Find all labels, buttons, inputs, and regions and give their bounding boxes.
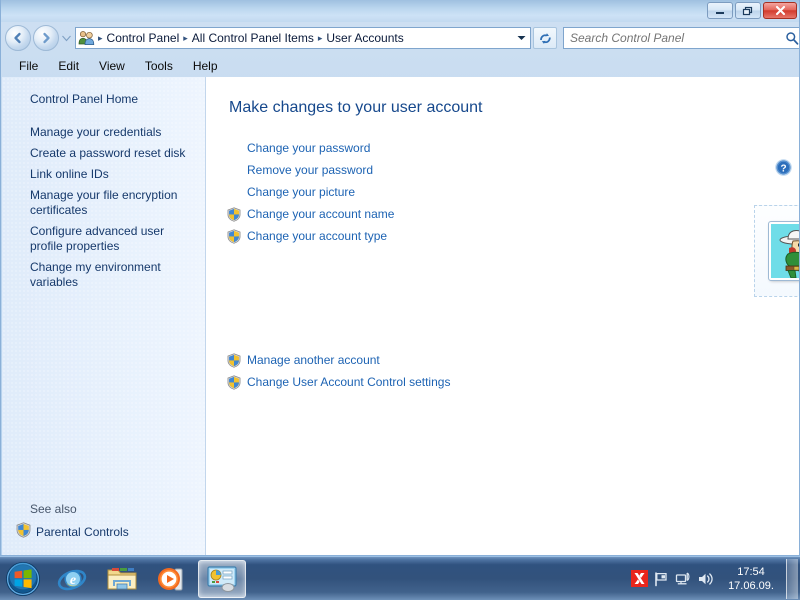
clock-time: 17:54 (737, 565, 765, 578)
task-label: Change your picture (247, 185, 356, 199)
task-manage-another-account[interactable]: Manage another account (226, 349, 536, 371)
shield-icon (16, 522, 31, 541)
volume-icon[interactable] (694, 566, 716, 592)
address-bar[interactable]: ▸ Control Panel ▸ All Control Panel Item… (75, 27, 531, 49)
taskbar-item-windows-explorer[interactable] (98, 560, 146, 598)
breadcrumb-user-accounts[interactable]: User Accounts (324, 31, 405, 45)
page-title: Make changes to your user account (229, 99, 483, 116)
chevron-down-icon[interactable] (512, 28, 530, 48)
breadcrumb-all-items[interactable]: All Control Panel Items (190, 31, 316, 45)
shield-slot-empty (226, 140, 242, 156)
svg-text:e: e (70, 573, 76, 588)
user-accounts-icon (78, 30, 96, 46)
title-bar (1, 0, 799, 22)
task-change-your-password[interactable]: Change your password (226, 137, 536, 159)
antivirus-icon[interactable] (628, 566, 650, 592)
shield-icon (226, 352, 242, 368)
breadcrumb-control-panel[interactable]: Control Panel (105, 31, 182, 45)
svg-text:?: ? (780, 163, 786, 174)
sidebar-item-link-online-ids[interactable]: Link online IDs (16, 164, 205, 185)
primary-task-list: Change your password Remove your passwor… (226, 137, 536, 247)
sidebar-item-password-reset-disk[interactable]: Create a password reset disk (16, 143, 205, 164)
show-desktop-button[interactable] (786, 558, 798, 599)
client-area: Control Panel Home Manage your credentia… (2, 77, 799, 555)
sidebar-item-control-panel-home[interactable]: Control Panel Home (16, 89, 205, 110)
content-pane: ? Make changes to your user account Chan… (206, 77, 799, 555)
see-also-section: See also Parental Controls (16, 502, 202, 541)
window-controls (707, 2, 797, 19)
recent-pages-dropdown[interactable] (59, 25, 73, 51)
secondary-task-list: Manage another account Change User Accou… (226, 349, 536, 393)
sidebar-item-environment-variables[interactable]: Change my environment variables (16, 257, 205, 293)
shield-icon (226, 206, 242, 222)
close-button[interactable] (763, 2, 797, 19)
menu-view[interactable]: View (89, 57, 135, 75)
menu-help[interactable]: Help (183, 57, 228, 75)
menu-tools[interactable]: Tools (135, 57, 183, 75)
help-icon[interactable]: ? (775, 159, 792, 176)
task-label: Manage another account (247, 353, 380, 367)
system-tray: 17:54 17.06.09. (628, 557, 800, 600)
shield-slot-empty (226, 162, 242, 178)
taskbar-item-internet-explorer[interactable]: e (48, 560, 96, 598)
refresh-button[interactable] (533, 27, 557, 49)
task-label: Change User Account Control settings (247, 375, 451, 389)
control-panel-window: ▸ Control Panel ▸ All Control Panel Item… (0, 0, 800, 556)
taskbar: e 17:54 17.06.09. (0, 556, 800, 600)
task-change-your-account-type[interactable]: Change your account type (226, 225, 536, 247)
breadcrumb-separator-2: ▸ (317, 32, 323, 43)
taskbar-item-windows-media-player[interactable] (148, 560, 196, 598)
task-label: Change your password (247, 141, 371, 155)
start-button[interactable] (2, 559, 44, 599)
menu-edit[interactable]: Edit (48, 57, 89, 75)
restore-button[interactable] (735, 2, 761, 19)
taskbar-items: e (48, 559, 246, 598)
parental-controls-label: Parental Controls (36, 524, 129, 539)
task-change-your-picture[interactable]: Change your picture (226, 181, 536, 203)
see-also-title: See also (30, 502, 77, 516)
task-change-your-account-name[interactable]: Change your account name (226, 203, 536, 225)
menu-file[interactable]: File (9, 57, 48, 75)
sidebar-item-manage-credentials[interactable]: Manage your credentials (16, 122, 205, 143)
task-remove-your-password[interactable]: Remove your password (226, 159, 536, 181)
forward-button[interactable] (33, 25, 59, 51)
search-icon[interactable] (782, 31, 799, 45)
task-label: Change your account name (247, 207, 395, 221)
network-icon[interactable] (672, 566, 694, 592)
back-button[interactable] (5, 25, 31, 51)
sidebar-item-advanced-user-profile[interactable]: Configure advanced user profile properti… (16, 221, 205, 257)
clock[interactable]: 17:54 17.06.09. (720, 565, 782, 593)
menu-bar: File Edit View Tools Help (1, 56, 799, 76)
breadcrumb-separator-1: ▸ (183, 32, 188, 43)
cowboy-avatar[interactable] (768, 221, 799, 281)
task-change-uac-settings[interactable]: Change User Account Control settings (226, 371, 536, 393)
search-box[interactable] (563, 27, 799, 49)
minimize-button[interactable] (707, 2, 733, 19)
sidebar-links: Control Panel Home Manage your credentia… (2, 77, 205, 293)
sidebar-item-file-encryption-certificates[interactable]: Manage your file encryption certificates (16, 185, 205, 221)
clock-date: 17.06.09. (728, 579, 774, 592)
navigation-bar: ▸ Control Panel ▸ All Control Panel Item… (1, 22, 799, 54)
flag-icon[interactable] (650, 566, 672, 592)
shield-slot-empty (226, 184, 242, 200)
shield-icon (226, 374, 242, 390)
sidebar-item-parental-controls[interactable]: Parental Controls (16, 522, 202, 541)
current-account-panel: Drago Administrator Password protected (754, 205, 799, 297)
sidebar: Control Panel Home Manage your credentia… (2, 77, 206, 555)
search-input[interactable] (564, 29, 782, 47)
breadcrumb-separator-0: ▸ (98, 32, 103, 43)
task-label: Change your account type (247, 229, 388, 243)
task-label: Remove your password (247, 163, 374, 177)
shield-icon (226, 228, 242, 244)
taskbar-item-control-panel[interactable] (198, 559, 246, 598)
